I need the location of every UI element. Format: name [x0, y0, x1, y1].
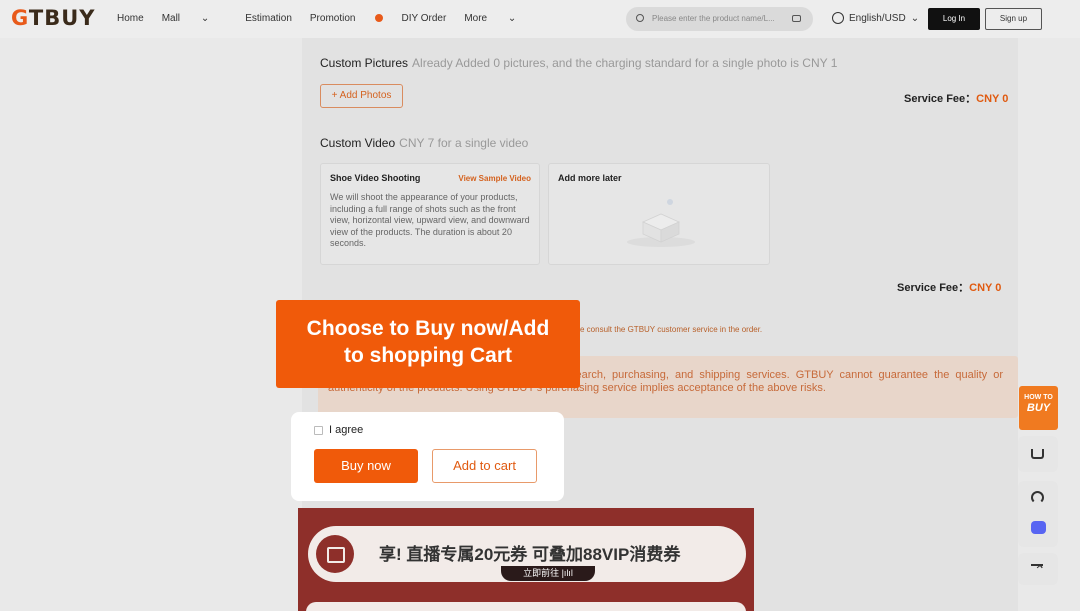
- search-icon: [636, 14, 644, 22]
- fee-value: CNY 0: [976, 93, 1009, 105]
- custom-video-subtitle: CNY 7 for a single video: [399, 136, 529, 150]
- callout-line-1: Choose to Buy now/Add: [306, 317, 550, 340]
- chevron-down-icon: ⌄: [910, 12, 920, 24]
- logo-text-rest: TBUY: [28, 6, 96, 30]
- chevron-down-icon: ⌄: [200, 13, 210, 24]
- gtbuy-logo[interactable]: GTBUY: [11, 6, 95, 30]
- top-nav-bar: GTBUY Home Mall ⌄ Estimation Promotion D…: [0, 0, 1080, 38]
- fee-label: Service Fee：: [897, 282, 970, 294]
- add-photos-button[interactable]: + Add Photos: [320, 84, 403, 108]
- camera-icon[interactable]: [792, 15, 801, 22]
- tutorial-callout: Choose to Buy now/Add to shopping Cart: [276, 300, 580, 388]
- customer-service-note: e consult the GTBUY customer service in …: [580, 325, 763, 334]
- how-to-buy-widget[interactable]: HOW TO BUY: [1019, 386, 1058, 430]
- nav-more[interactable]: More ⌄: [464, 13, 534, 24]
- nav-more-label: More: [464, 13, 488, 24]
- search-input[interactable]: Please enter the product name/L...: [626, 7, 813, 31]
- purchase-action-box: I agree Buy now Add to cart: [291, 412, 564, 501]
- buy-now-button[interactable]: Buy now: [314, 449, 418, 483]
- agree-label[interactable]: I agree: [329, 424, 363, 436]
- add-to-cart-button[interactable]: Add to cart: [432, 449, 537, 483]
- card-description: We will shoot the appearance of your pro…: [330, 192, 530, 248]
- howto-small-text: HOW TO: [1024, 394, 1053, 401]
- promo-banner[interactable]: 享! 直播专属20元券 可叠加88VIP消费券 立即前往 |ılıl: [298, 508, 754, 611]
- custom-pictures-title: Custom Pictures Already Added 0 pictures,…: [320, 56, 837, 70]
- nav-diy-order[interactable]: DIY Order: [401, 13, 446, 24]
- back-to-top-icon: [1031, 563, 1044, 577]
- promo-pill-secondary: [306, 602, 746, 611]
- cart-icon: [1031, 449, 1044, 459]
- nav-mall[interactable]: Mall ⌄: [162, 13, 228, 24]
- card-title: Shoe Video Shooting: [330, 173, 421, 183]
- language-selector[interactable]: English/USD ⌄: [832, 12, 919, 24]
- custom-pictures-subtitle: Already Added 0 pictures, and the chargi…: [412, 56, 838, 70]
- card-title: Add more later: [558, 173, 622, 183]
- nav-promotion-label: Promotion: [309, 13, 356, 24]
- signup-button[interactable]: Sign up: [985, 8, 1042, 30]
- custom-video-title: Custom Video CNY 7 for a single video: [320, 136, 528, 150]
- view-sample-video-link[interactable]: View Sample Video: [458, 174, 531, 183]
- nav-estimation[interactable]: Estimation: [245, 13, 292, 24]
- search-placeholder: Please enter the product name/L...: [652, 14, 775, 23]
- nav-mall-label: Mall: [161, 13, 181, 24]
- fee-value: CNY 0: [969, 282, 1002, 294]
- main-nav: Home Mall ⌄ Estimation Promotion DIY Ord…: [117, 13, 552, 24]
- language-label: English/USD: [849, 12, 906, 24]
- hot-dot-icon: [375, 14, 384, 22]
- nav-promotion[interactable]: Promotion: [310, 13, 384, 24]
- tv-icon: [316, 535, 354, 573]
- globe-icon: [832, 12, 844, 24]
- video-service-fee: Service Fee：CNY 0: [897, 279, 1001, 295]
- add-more-later-card[interactable]: Add more later: [548, 163, 770, 265]
- empty-box-illustration: [627, 199, 695, 247]
- discord-icon[interactable]: [1031, 521, 1046, 534]
- side-support-tools: [1018, 481, 1058, 547]
- fee-label: Service Fee：: [904, 93, 977, 105]
- chevron-down-icon: ⌄: [507, 13, 517, 24]
- side-cart-tool[interactable]: [1018, 436, 1058, 472]
- agree-checkbox[interactable]: [314, 426, 323, 435]
- login-button[interactable]: Log In: [928, 8, 980, 30]
- pictures-service-fee: Service Fee：CNY 0: [904, 90, 1008, 106]
- promo-text: 享! 直播专属20元券 可叠加88VIP消费券: [379, 545, 681, 564]
- shoe-video-card[interactable]: Shoe Video Shooting View Sample Video We…: [320, 163, 540, 265]
- howto-big-text: BUY: [1026, 402, 1051, 414]
- go-now-tab[interactable]: 立即前往 |ılıl: [501, 566, 595, 581]
- headset-icon[interactable]: [1031, 491, 1044, 504]
- custom-pictures-label: Custom Pictures: [320, 56, 409, 70]
- nav-home[interactable]: Home: [117, 13, 144, 24]
- back-to-top-tool[interactable]: [1018, 553, 1058, 585]
- callout-line-2: to shopping Cart: [344, 344, 512, 367]
- custom-video-label: Custom Video: [320, 136, 396, 150]
